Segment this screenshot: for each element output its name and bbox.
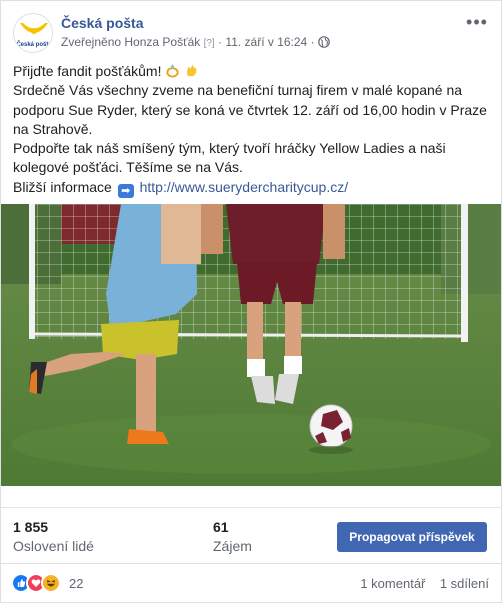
more-options-icon[interactable]: ••• bbox=[465, 13, 489, 33]
post-line-1: Přijďte fandit pošťákům! bbox=[13, 62, 489, 81]
globe-icon[interactable] bbox=[318, 36, 330, 48]
ceska-posta-logo: Česká pošta bbox=[14, 14, 52, 52]
engagement-counts: 1 komentář 1 sdílení bbox=[360, 576, 489, 591]
right-arrow-icon: ➡ bbox=[117, 183, 134, 198]
post-line-3: podporu Sue Ryder, který se koná ve čtvr… bbox=[13, 101, 487, 118]
engagement-label: Zájem bbox=[213, 538, 252, 554]
comments-count[interactable]: 1 komentář bbox=[360, 576, 425, 591]
reactions-bar: 22 1 komentář 1 sdílení bbox=[1, 563, 501, 603]
post-text: Přijďte fandit pošťákům! Srdečně Vás vše… bbox=[13, 62, 489, 198]
haha-icon bbox=[41, 573, 61, 593]
engagement-value: 61 bbox=[213, 519, 229, 535]
post-line-6: kolegové pošťáci. Těšíme se na Vás. bbox=[13, 159, 243, 176]
reaction-count[interactable]: 22 bbox=[69, 576, 83, 591]
meta-separator: · bbox=[218, 35, 223, 49]
help-marker[interactable]: [?] bbox=[204, 38, 215, 49]
post-line-4: na Strahově. bbox=[13, 120, 93, 137]
published-by[interactable]: Zveřejněno Honza Pošťák bbox=[61, 35, 200, 49]
clapping-hands-icon bbox=[187, 64, 197, 77]
post-line-7: Bližší informace ➡ http://www.sueryderch… bbox=[13, 178, 489, 198]
promote-post-button[interactable]: Propagovat příspěvek bbox=[337, 522, 487, 552]
info-label: Bližší informace bbox=[13, 178, 112, 195]
football-photo bbox=[1, 204, 501, 486]
meta-separator-2: · bbox=[310, 35, 315, 49]
post-card: Česká pošta Česká pošta Zveřejněno Honza… bbox=[0, 0, 502, 603]
charity-link[interactable]: http://www.suerydercharitycup.cz/ bbox=[140, 179, 349, 195]
reach-label: Oslovení lidé bbox=[13, 538, 94, 554]
logo-text: Česká pošta bbox=[16, 41, 52, 48]
page-name-link[interactable]: Česká pošta bbox=[61, 15, 143, 31]
post-line-2: Srdečně Vás všechny zveme na benefiční t… bbox=[13, 82, 463, 99]
post-stats: 1 855 Oslovení lidé 61 Zájem Propagovat … bbox=[1, 507, 501, 559]
post-photo[interactable] bbox=[1, 204, 501, 486]
shares-count[interactable]: 1 sdílení bbox=[440, 576, 489, 591]
post-timestamp[interactable]: 11. září v 16:24 bbox=[225, 35, 307, 49]
ring-emoji-icon bbox=[166, 63, 179, 78]
post-line-5: Podpořte tak náš smíšený tým, který tvoř… bbox=[13, 140, 446, 157]
post-line-1-text: Přijďte fandit pošťákům! bbox=[13, 63, 162, 79]
page-avatar[interactable]: Česká pošta bbox=[13, 13, 53, 53]
reach-value: 1 855 bbox=[13, 519, 49, 535]
post-header: Česká pošta Česká pošta Zveřejněno Honza… bbox=[13, 13, 489, 53]
post-meta: Zveřejněno Honza Pošťák [?] · 11. září v… bbox=[61, 35, 330, 49]
